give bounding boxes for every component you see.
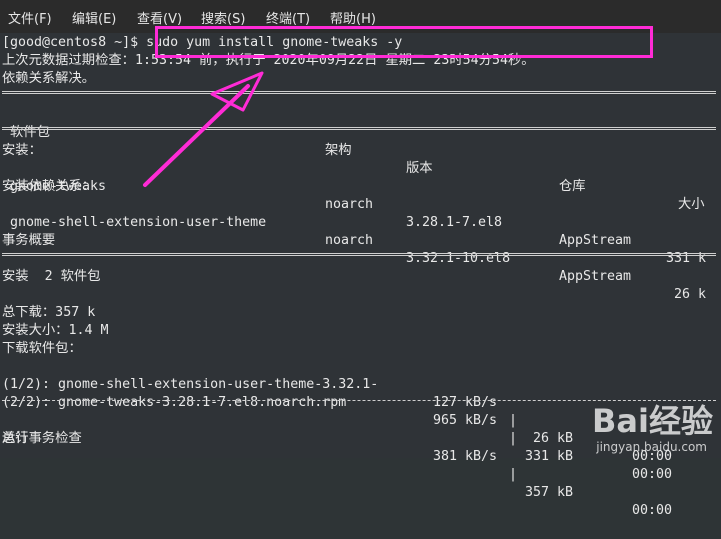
deps-label: 安装依赖关系： xyxy=(2,178,95,196)
transaction-check-line: 运行事务检查 xyxy=(2,430,82,448)
download-row: (1/2): gnome-shell-extension-user-theme-… xyxy=(2,358,716,376)
terminal-output[interactable]: [good@centos8 ~]$ sudo yum install gnome… xyxy=(0,33,721,458)
watermark-logo: Bai经验 xyxy=(592,396,713,442)
table-row: gnome-shell-extension-user-theme noarch … xyxy=(2,196,716,214)
menu-terminal[interactable]: 终端(T) xyxy=(266,8,310,27)
row-repo: AppStream xyxy=(559,268,631,286)
col-arch: 架构 xyxy=(325,142,352,160)
watermark-url: jingyan.baidu.com xyxy=(596,440,707,454)
row-size: 26 k xyxy=(674,286,706,304)
table-row: gnome-tweaks noarch 3.28.1-7.el8 AppStre… xyxy=(2,160,716,178)
baidu-watermark: Bai经验 jingyan.baidu.com xyxy=(563,396,713,454)
download-sep: | xyxy=(509,466,517,484)
row-version: 3.28.1-7.el8 xyxy=(406,214,502,232)
col-repo: 仓库 xyxy=(559,178,586,196)
total-time: 00:00 xyxy=(632,502,672,520)
download-file: (2/2): gnome-tweaks-3.28.1-7.el8.noarch.… xyxy=(2,394,346,412)
table-header: 软件包 架构 版本 仓库 大小 xyxy=(2,106,716,124)
download-time: 00:00 xyxy=(632,466,672,484)
total-download: 总下载：357 k xyxy=(2,304,95,322)
separator-double xyxy=(2,91,716,94)
shell-prompt: [good@centos8 ~]$ xyxy=(2,35,138,50)
command-highlight-box xyxy=(155,26,653,58)
total-size: 357 kB xyxy=(525,484,573,502)
download-row: (2/2): gnome-tweaks-3.28.1-7.el8.noarch.… xyxy=(2,376,716,394)
row-repo: AppStream xyxy=(559,232,631,250)
menu-view[interactable]: 查看(V) xyxy=(137,8,182,27)
separator-double xyxy=(2,253,716,256)
installing-label: 安装： xyxy=(2,142,42,160)
download-sep: | xyxy=(509,430,517,448)
deps-resolved-line: 依赖关系解决。 xyxy=(2,70,95,88)
menu-search[interactable]: 搜索(S) xyxy=(201,8,245,27)
row-package: gnome-shell-extension-user-theme xyxy=(10,214,266,232)
install-count: 安装 2 软件包 xyxy=(2,268,101,286)
install-size: 安装大小：1.4 M xyxy=(2,322,109,340)
download-speed: 127 kB/s xyxy=(433,394,497,412)
separator-double xyxy=(2,127,716,130)
menu-file[interactable]: 文件(F) xyxy=(8,8,52,27)
summary-title: 事务概要 xyxy=(2,232,55,250)
menu-edit[interactable]: 编辑(E) xyxy=(72,8,116,27)
downloading-label: 下载软件包： xyxy=(2,340,82,358)
row-arch: noarch xyxy=(325,232,373,250)
total-speed: 381 kB/s xyxy=(433,448,497,466)
menu-help[interactable]: 帮助(H) xyxy=(330,8,376,27)
